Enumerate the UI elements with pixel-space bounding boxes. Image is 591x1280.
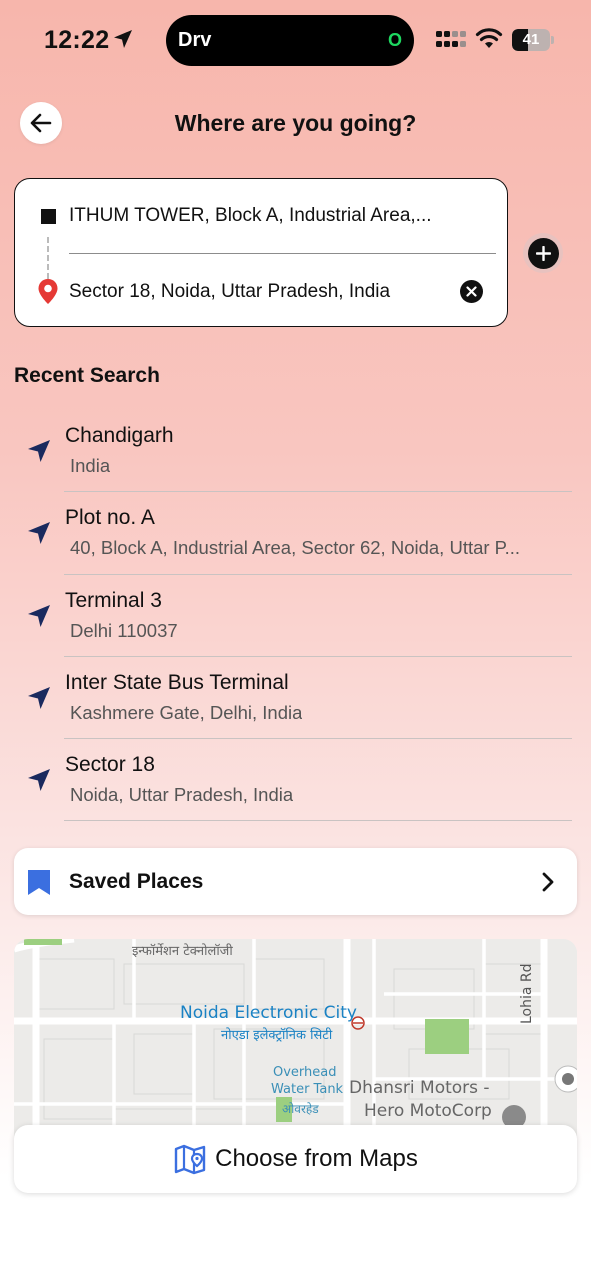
map-label-overhead: Overhead: [273, 1065, 337, 1080]
route-divider: [69, 253, 496, 254]
recent-search-list: Chandigarh India Plot no. A 40, Block A,…: [0, 410, 591, 822]
origin-input[interactable]: ITHUM TOWER, Block A, Industrial Area,..…: [69, 205, 432, 227]
navigation-arrow-icon: [28, 686, 50, 709]
recent-item-title: Plot no. A: [65, 506, 155, 530]
destination-input[interactable]: Sector 18, Noida, Uttar Pradesh, India: [69, 281, 390, 303]
clear-destination-button[interactable]: [460, 280, 483, 303]
map-label-hero-motocorp: Hero MotoCorp: [364, 1101, 492, 1121]
recent-item-plot-no-a[interactable]: Plot no. A 40, Block A, Industrial Area,…: [0, 492, 591, 575]
map-label-electronic-city: Noida Electronic City: [180, 1003, 357, 1023]
map-label-lohia-rd: Lohia Rd: [519, 963, 535, 1024]
navigation-arrow-icon: [28, 440, 50, 462]
recent-item-chandigarh[interactable]: Chandigarh India: [0, 410, 591, 493]
recent-item-subtitle: 40, Block A, Industrial Area, Sector 62,…: [70, 537, 521, 559]
recent-item-subtitle: Noida, Uttar Pradesh, India: [70, 784, 294, 806]
map-label-electronic-city-hindi: नोएडा इलेक्ट्रॉनिक सिटी: [221, 1028, 333, 1043]
navigation-arrow-icon: [28, 769, 50, 792]
map-label-dhansri: Dhansri Motors -: [349, 1078, 490, 1098]
location-arrow-icon: [114, 30, 132, 48]
saved-places-label: Saved Places: [69, 870, 204, 893]
recent-item-isbt[interactable]: Inter State Bus Terminal Kashmere Gate, …: [0, 657, 591, 740]
route-card: ITHUM TOWER, Block A, Industrial Area,..…: [14, 178, 508, 327]
battery-icon: 41: [512, 29, 554, 51]
saved-places-button[interactable]: Saved Places: [14, 848, 577, 915]
island-label: Drv: [178, 29, 212, 51]
map-label-water-tank: Water Tank: [271, 1082, 344, 1097]
recent-search-title: Recent Search: [14, 364, 160, 387]
route-connector: [47, 237, 49, 279]
choose-from-maps-label: Choose from Maps: [215, 1145, 418, 1172]
battery-level: 41: [522, 31, 540, 48]
close-icon: [466, 286, 477, 297]
map-icon: [174, 1144, 206, 1175]
navigation-arrow-icon: [28, 604, 50, 627]
recent-item-title: Terminal 3: [65, 588, 162, 612]
recent-item-subtitle: Kashmere Gate, Delhi, India: [70, 701, 303, 723]
bookmark-icon: [28, 870, 50, 895]
page-title: Where are you going?: [174, 110, 417, 136]
status-time: 12:22: [44, 26, 110, 54]
status-bar: 12:22 Drv O 41: [0, 0, 591, 80]
choose-from-maps-button[interactable]: Choose from Maps: [14, 1125, 577, 1193]
recent-item-sector-18[interactable]: Sector 18 Noida, Uttar Pradesh, India: [0, 739, 591, 822]
recent-item-subtitle: Delhi 110037: [70, 619, 178, 641]
navigation-arrow-icon: [28, 522, 50, 545]
map-pin-icon: [38, 279, 58, 304]
dynamic-island[interactable]: Drv O: [166, 15, 414, 66]
map-label-overhead-hindi: ओवरहेड: [282, 1102, 319, 1116]
cellular-signal-icon: [436, 31, 466, 47]
origin-square-icon: [41, 209, 56, 224]
list-divider: [64, 820, 572, 822]
recent-item-title: Sector 18: [65, 753, 155, 777]
plus-icon: [535, 245, 551, 261]
island-indicator: O: [387, 30, 402, 50]
recent-item-subtitle: India: [70, 455, 111, 476]
recent-item-title: Inter State Bus Terminal: [65, 670, 289, 694]
recent-item-terminal-3[interactable]: Terminal 3 Delhi 110037: [0, 575, 591, 657]
wifi-icon: [475, 28, 503, 48]
add-stop-button[interactable]: [523, 233, 563, 273]
recent-item-title: Chandigarh: [65, 424, 174, 447]
map-label-it-hindi: इन्फॉर्मेशन टेक्नोलॉजी: [132, 944, 233, 959]
chevron-right-icon: [542, 872, 554, 892]
